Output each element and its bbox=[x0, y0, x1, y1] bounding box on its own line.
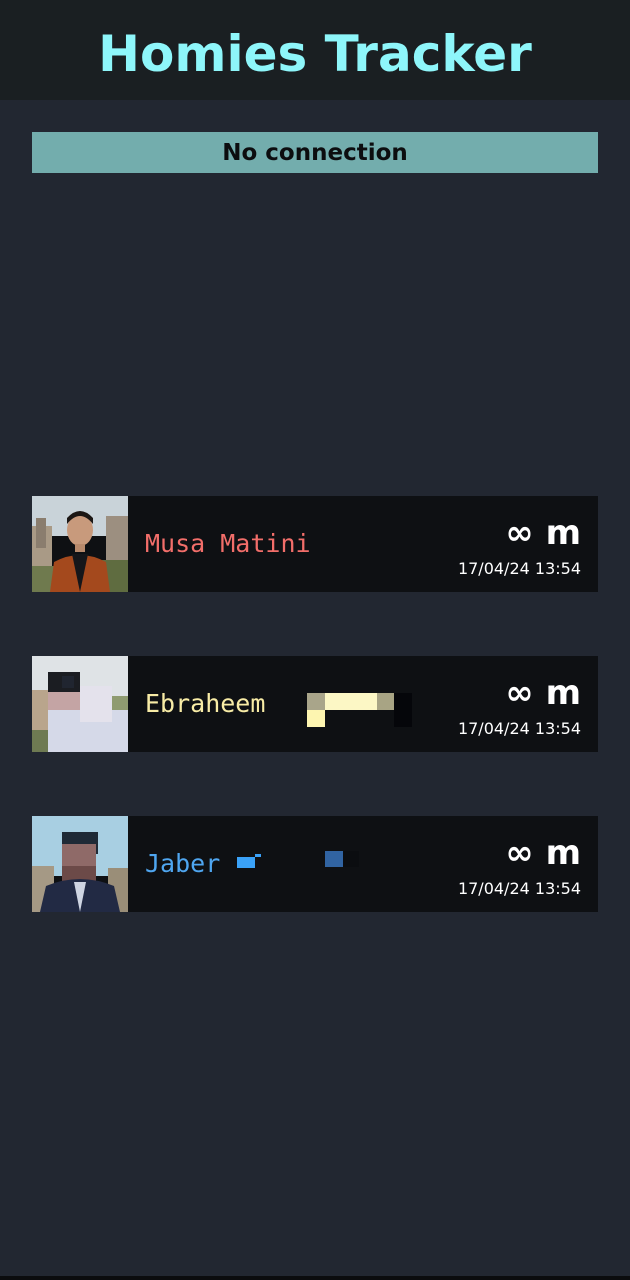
homie-distance: ∞ m bbox=[505, 513, 581, 553]
avatar bbox=[32, 816, 128, 912]
homie-last-seen: 17/04/24 13:54 bbox=[457, 719, 581, 738]
homie-distance: ∞ m bbox=[505, 673, 581, 713]
app-header: Homies Tracker bbox=[0, 0, 630, 100]
connection-status-banner: No connection bbox=[32, 132, 598, 173]
bottom-edge bbox=[0, 1276, 630, 1280]
redacted-emoji bbox=[237, 857, 255, 868]
redacted-emoji bbox=[325, 851, 343, 867]
avatar bbox=[32, 656, 128, 752]
connection-status-text: No connection bbox=[222, 139, 408, 166]
homie-last-seen: 17/04/24 13:54 bbox=[457, 879, 581, 898]
homie-name: Musa Matini bbox=[145, 529, 311, 558]
redacted-emoji bbox=[377, 693, 395, 710]
redacted-emoji bbox=[255, 854, 261, 857]
homie-last-seen: 17/04/24 13:54 bbox=[457, 559, 581, 578]
profile-photo bbox=[32, 496, 128, 592]
redacted-emoji bbox=[325, 693, 379, 710]
avatar bbox=[32, 496, 128, 592]
redacted-emoji bbox=[394, 693, 412, 727]
redacted-emoji bbox=[343, 851, 359, 867]
redacted-emoji bbox=[307, 693, 325, 710]
homie-card-jaber[interactable]: Jaber ∞ m 17/04/24 13:54 bbox=[32, 816, 598, 912]
app-title: Homies Tracker bbox=[98, 25, 532, 83]
homie-card-musa[interactable]: Musa Matini ∞ m 17/04/24 13:54 bbox=[32, 496, 598, 592]
homie-distance: ∞ m bbox=[505, 833, 581, 873]
profile-photo bbox=[32, 656, 128, 752]
profile-photo bbox=[32, 816, 128, 912]
redacted-emoji bbox=[307, 710, 325, 727]
homie-name: Ebraheem bbox=[145, 689, 266, 718]
homie-name: Jaber bbox=[145, 849, 221, 878]
